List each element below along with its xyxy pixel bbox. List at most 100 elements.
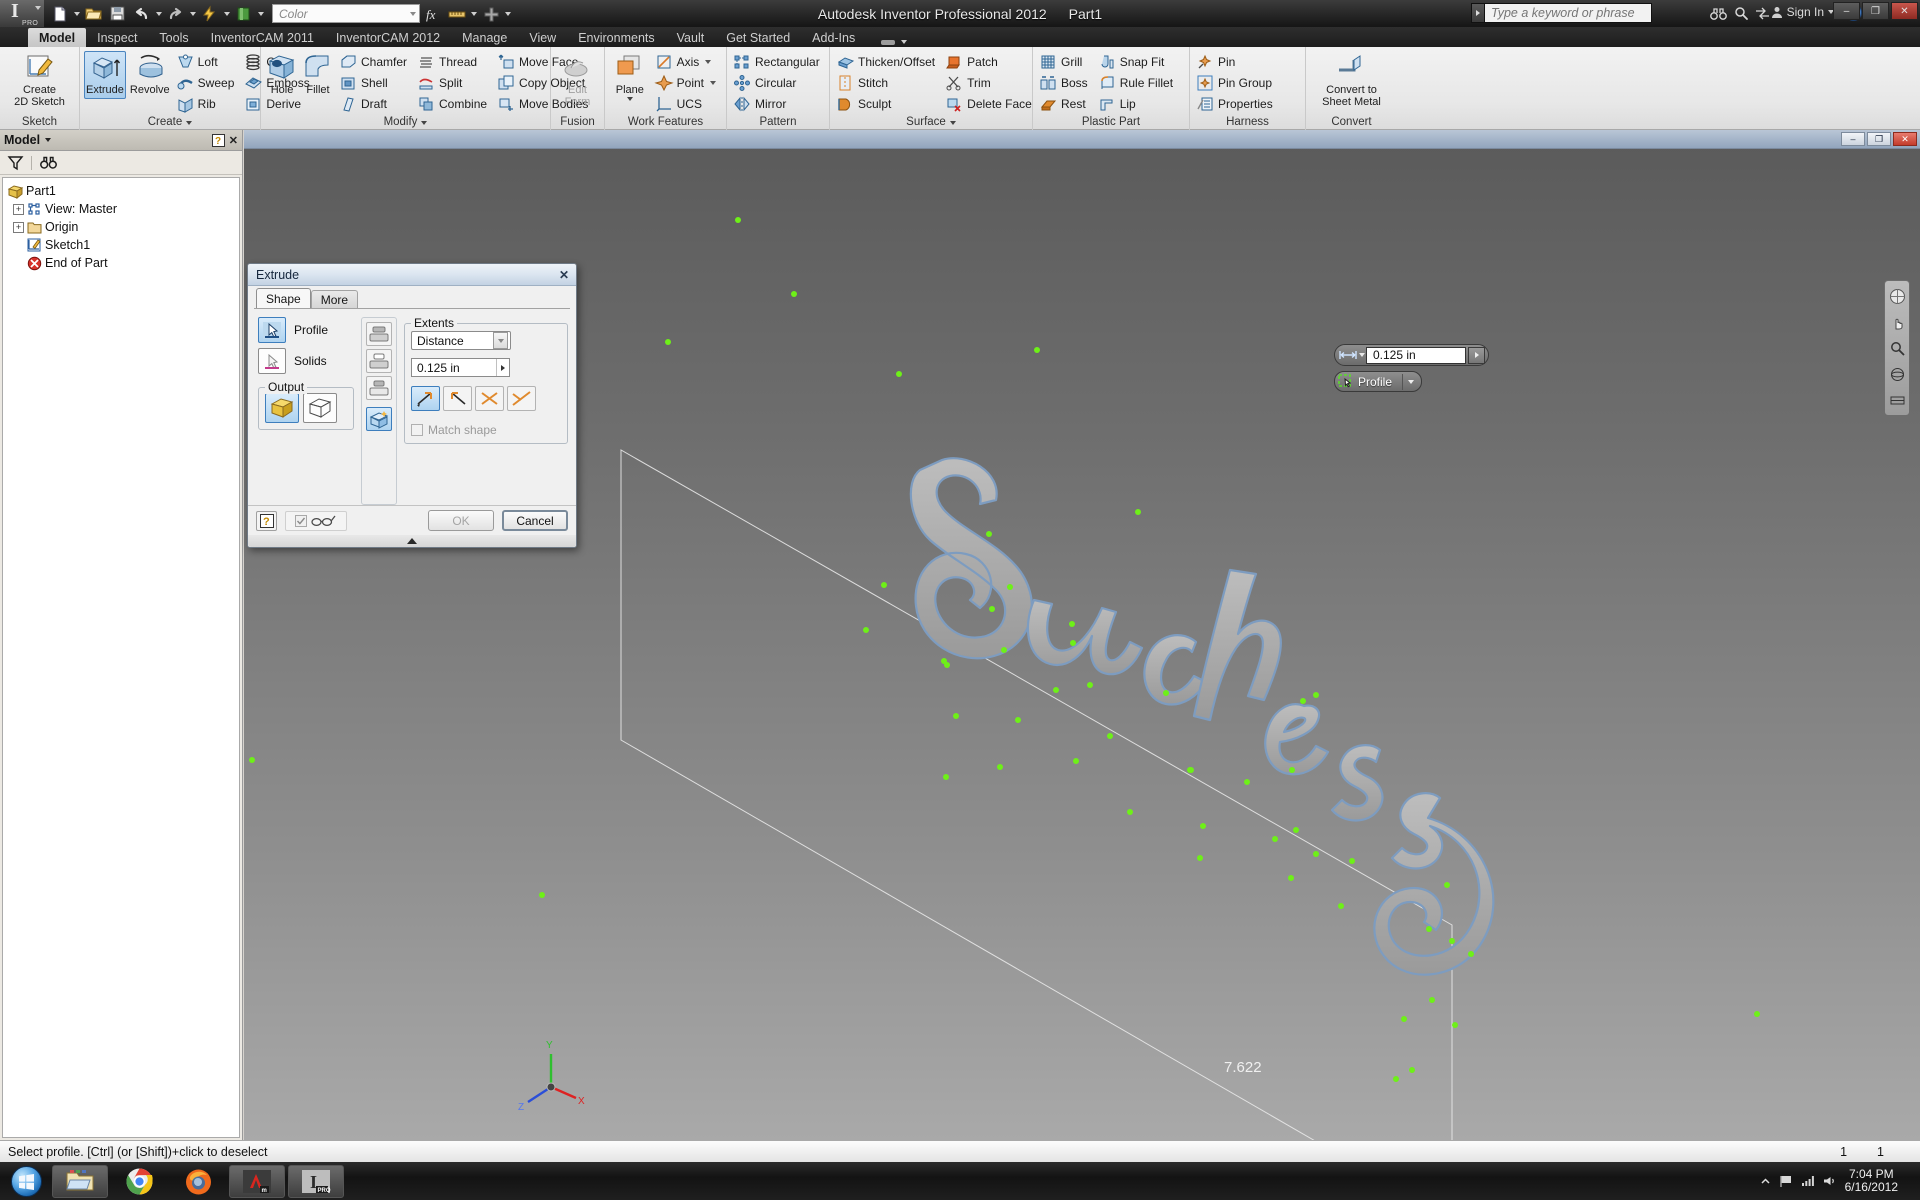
- thicken-offset-button[interactable]: Thicken/Offset: [834, 52, 941, 72]
- clock[interactable]: 7:04 PM 6/16/2012: [1845, 1168, 1912, 1194]
- extents-type-chevron-icon[interactable]: [493, 332, 508, 349]
- qat-overflow-chevron-icon[interactable]: [503, 3, 512, 25]
- profile-select-icon[interactable]: [258, 317, 286, 343]
- trim-button[interactable]: Trim: [943, 73, 1038, 93]
- glasses-icon[interactable]: [311, 515, 337, 527]
- direction-1-icon[interactable]: [411, 386, 440, 411]
- tree-item-sketch1[interactable]: Sketch1: [6, 236, 236, 254]
- search-box[interactable]: [1471, 3, 1652, 23]
- distance-icon[interactable]: [1338, 346, 1365, 364]
- redo-icon[interactable]: [164, 3, 187, 25]
- autocad-icon[interactable]: m: [229, 1164, 285, 1198]
- delete-face-button[interactable]: Delete Face: [943, 94, 1038, 114]
- tab-shape[interactable]: Shape: [256, 288, 311, 308]
- properties-button[interactable]: Properties: [1194, 94, 1279, 114]
- redo-chevron-icon[interactable]: [188, 3, 197, 25]
- match-shape-row[interactable]: Match shape: [411, 423, 561, 437]
- measure-chevron-icon[interactable]: [469, 3, 478, 25]
- browser-help-icon[interactable]: ?: [211, 133, 225, 147]
- tab-view[interactable]: View: [518, 28, 567, 47]
- grill-button[interactable]: Grill: [1037, 52, 1094, 72]
- point-button[interactable]: Point: [653, 73, 722, 93]
- mini-toolbar-expand-button[interactable]: [1468, 346, 1485, 364]
- output-surface-icon[interactable]: [303, 393, 337, 423]
- update-chevron-icon[interactable]: [222, 3, 231, 25]
- measure-icon[interactable]: [445, 3, 468, 25]
- update-icon[interactable]: [198, 3, 221, 25]
- point-chevron-icon[interactable]: [710, 81, 716, 85]
- find-icon[interactable]: [40, 156, 57, 169]
- tree-expander-origin[interactable]: +: [13, 221, 24, 233]
- color-select-chevron-icon[interactable]: [410, 11, 416, 16]
- rib-button[interactable]: Rib: [174, 94, 241, 114]
- sweep-button[interactable]: Sweep: [174, 73, 241, 93]
- tree-item-view-master[interactable]: + View: Master: [6, 200, 236, 218]
- hole-button[interactable]: Hole: [265, 51, 299, 99]
- extents-type-select[interactable]: Distance: [411, 331, 511, 350]
- tab-environments[interactable]: Environments: [567, 28, 665, 47]
- chrome-icon[interactable]: [111, 1165, 167, 1198]
- orbit-icon[interactable]: [1888, 365, 1906, 383]
- preview-checkbox[interactable]: [295, 514, 307, 527]
- pan-icon[interactable]: [1888, 313, 1906, 331]
- tree-item-origin[interactable]: + Origin: [6, 218, 236, 236]
- cancel-button[interactable]: Cancel: [502, 510, 568, 531]
- zoom-icon[interactable]: [1888, 339, 1906, 357]
- undo-icon[interactable]: [130, 3, 153, 25]
- profile-pick-icon[interactable]: [1338, 374, 1355, 389]
- search-scope-chevron-icon[interactable]: [1471, 3, 1484, 23]
- rectangular-pattern-button[interactable]: Rectangular: [731, 52, 826, 72]
- firefox-icon[interactable]: [170, 1165, 226, 1198]
- tab-more[interactable]: More: [310, 290, 359, 308]
- tab-inventorcam-2011[interactable]: InventorCAM 2011: [200, 28, 325, 47]
- profile-selector-row[interactable]: Profile: [258, 317, 354, 343]
- sign-in-button[interactable]: Sign In: [1771, 5, 1834, 19]
- new-file-chevron-icon[interactable]: [72, 3, 81, 25]
- new-solid-icon[interactable]: [366, 407, 392, 431]
- solids-selector-row[interactable]: Solids: [258, 348, 354, 374]
- tray-network-icon[interactable]: [1801, 1175, 1815, 1187]
- inventor-icon[interactable]: I PRO: [288, 1164, 344, 1198]
- sculpt-button[interactable]: Sculpt: [834, 94, 941, 114]
- circular-pattern-button[interactable]: Circular: [731, 73, 826, 93]
- rest-button[interactable]: Rest: [1037, 94, 1094, 114]
- tree-item-end-of-part[interactable]: End of Part: [6, 254, 236, 272]
- application-menu-chevron-icon[interactable]: [35, 6, 41, 25]
- tab-inspect[interactable]: Inspect: [86, 28, 148, 47]
- explorer-icon[interactable]: [52, 1164, 108, 1198]
- direction-symmetric-icon[interactable]: [475, 386, 504, 411]
- dialog-expand-grip[interactable]: [248, 535, 576, 547]
- ribbon-options-chevron-icon[interactable]: [901, 40, 908, 44]
- maximize-button[interactable]: ❐: [1862, 2, 1889, 20]
- direction-2-icon[interactable]: [443, 386, 472, 411]
- stitch-button[interactable]: Stitch: [834, 73, 941, 93]
- modify-panel-chevron-icon[interactable]: [421, 120, 428, 125]
- tab-inventorcam-2012[interactable]: InventorCAM 2012: [325, 28, 451, 47]
- axis-chevron-icon[interactable]: [705, 60, 712, 64]
- new-file-icon[interactable]: [48, 3, 71, 25]
- join-icon[interactable]: [366, 322, 392, 346]
- rule-fillet-button[interactable]: Rule Fillet: [1096, 73, 1179, 93]
- loft-button[interactable]: Loft: [174, 52, 241, 72]
- exchange-apps-icon[interactable]: [1755, 7, 1770, 20]
- binoculars-icon[interactable]: [1710, 7, 1727, 20]
- search-input[interactable]: [1484, 3, 1652, 23]
- fillet-button[interactable]: Fillet: [301, 51, 335, 99]
- lip-button[interactable]: Lip: [1096, 94, 1179, 114]
- thread-button[interactable]: Thread: [415, 52, 493, 72]
- mini-toolbar-distance-row[interactable]: 0.125 in: [1334, 344, 1489, 366]
- browser-title-chevron-icon[interactable]: [45, 138, 52, 142]
- snap-fit-button[interactable]: Snap Fit: [1096, 52, 1179, 72]
- pin-group-button[interactable]: Pin Group: [1194, 73, 1279, 93]
- add-command-icon[interactable]: [479, 3, 502, 25]
- full-navigation-wheel-icon[interactable]: [1888, 287, 1906, 305]
- dialog-help-button[interactable]: ?: [256, 510, 277, 531]
- cut-icon[interactable]: [366, 349, 392, 373]
- save-icon[interactable]: [106, 3, 129, 25]
- tab-get-started[interactable]: Get Started: [715, 28, 801, 47]
- solids-select-icon[interactable]: [258, 348, 286, 374]
- mini-toolbar-distance-value[interactable]: 0.125 in: [1366, 346, 1466, 364]
- revolve-button[interactable]: Revolve: [128, 51, 172, 99]
- convert-sheet-metal-button[interactable]: Convert to Sheet Metal: [1310, 51, 1393, 111]
- browser-close-icon[interactable]: ✕: [229, 134, 238, 147]
